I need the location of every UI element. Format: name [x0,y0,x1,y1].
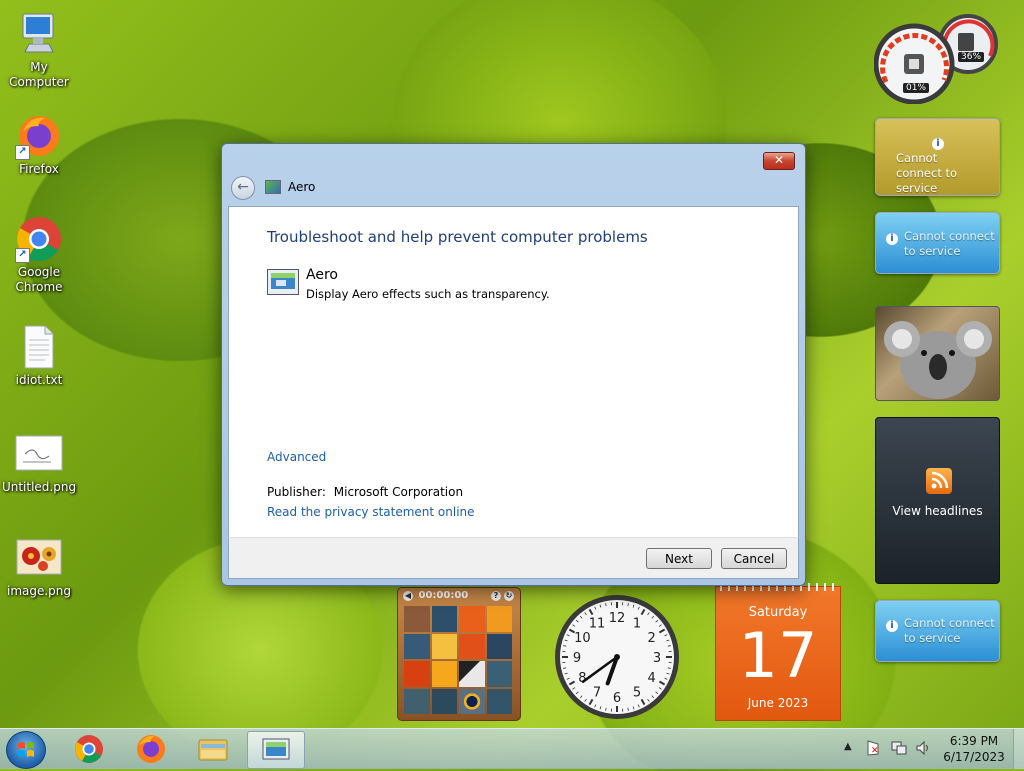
desktop-icon-my-computer[interactable]: My Computer [0,10,79,90]
back-button[interactable]: ← [231,176,255,200]
info-icon: i [932,138,944,150]
back-arrow-icon: ← [237,179,249,195]
taskbar-explorer[interactable] [186,731,240,767]
weather-status-text: Cannot connect to service [904,616,996,646]
slideshow-gadget[interactable] [875,306,1000,401]
clock-date[interactable]: 6/17/2023 [940,750,1008,764]
clock-numeral: 12 [609,611,626,626]
window-title: Aero [288,180,315,194]
close-icon: ✕ [774,153,784,167]
memory-usage-readout: 36% [958,52,984,62]
dialog-footer: Next Cancel [228,537,799,579]
aero-item-description: Display Aero effects such as transparenc… [306,287,550,301]
desktop-icon-label: idiot.txt [0,373,79,388]
chrome-icon: ↗ [15,215,63,263]
troubleshooter-icon [248,732,304,766]
advanced-link[interactable]: Advanced [267,450,326,464]
clock-time[interactable]: 6:39 PM [940,734,1008,748]
shortcut-arrow-icon: ↗ [15,145,30,160]
puzzle-grid[interactable] [404,606,512,714]
cpu-usage-readout: 01% [903,83,929,93]
info-icon: i [886,233,898,245]
next-button[interactable]: Next [646,548,712,569]
desktop-icon-idiot-txt[interactable]: idiot.txt [0,323,79,388]
show-desktop-button[interactable] [1013,729,1024,769]
clock-numeral: 2 [648,631,656,646]
puzzle-shuffle-icon[interactable]: ↻ [504,591,514,601]
rss-feed-icon [926,468,952,494]
aero-item-title: Aero [306,267,338,283]
folder-icon [186,731,240,767]
picture-puzzle-gadget[interactable]: ◀ 00:00:00 ? ↻ [397,587,521,721]
taskbar: ▲ ✕ 6:39 PM 6/17/2023 [0,728,1024,769]
chrome-icon [62,731,116,767]
desktop-icon-untitled-png[interactable]: Untitled.png [0,430,79,495]
weather-gadget-2[interactable]: i Cannot connect to service [875,212,1000,274]
text-file-icon [15,323,63,371]
clock-numeral: 1 [633,616,641,631]
clock-numeral: 7 [593,686,601,701]
taskbar-troubleshooter[interactable] [247,731,305,769]
page-heading: Troubleshoot and help prevent computer p… [267,228,648,246]
calendar-gadget[interactable]: Saturday 17 June 2023 [715,586,841,721]
desktop-icon-label: Google Chrome [0,265,79,295]
clock-numeral: 5 [633,686,641,701]
aero-item-icon [267,269,299,295]
svg-text:✕: ✕ [871,746,879,756]
publisher-value: Microsoft Corporation [334,485,463,499]
volume-icon[interactable] [915,740,931,756]
window-app-icon [265,180,281,194]
close-button[interactable]: ✕ [763,152,795,170]
clock-numeral: 8 [578,671,586,686]
weather-status-text: Cannot connect to service [896,151,986,196]
desktop-icon-label: Untitled.png [0,480,79,495]
desktop-icon-label: Firefox [0,162,79,177]
publisher-row: Publisher: Microsoft Corporation [267,485,463,499]
clock-numeral: 4 [648,671,656,686]
shortcut-arrow-icon: ↗ [15,248,30,263]
weather-gadget-1[interactable]: i Cannot connect to service [875,118,1000,196]
windows-logo-icon [7,732,45,768]
dialog-content: Troubleshoot and help prevent computer p… [228,206,799,538]
calendar-month-year: June 2023 [716,696,840,710]
troubleshooter-dialog: ✕ ← Aero Troubleshoot and help prevent c… [221,143,806,586]
desktop-icon-chrome[interactable]: ↗ Google Chrome [0,215,79,295]
clock-numeral: 9 [573,651,581,666]
koala-photo [876,307,999,400]
clock-numeral: 11 [589,616,606,631]
desktop-icon-firefox[interactable]: ↗ Firefox [0,112,79,177]
privacy-statement-link[interactable]: Read the privacy statement online [267,505,475,519]
desktop-icon-label: image.png [0,584,79,599]
feed-headlines-gadget[interactable]: View headlines [875,417,1000,584]
puzzle-help-icon[interactable]: ? [491,591,501,601]
weather-status-text: Cannot connect to service [904,229,996,259]
taskbar-firefox[interactable] [124,731,178,767]
clock-numeral: 10 [574,631,591,646]
image-thumbnail-icon [15,430,63,478]
desktop-icon-label: My Computer [0,60,79,90]
firefox-icon [124,731,178,767]
image-thumbnail-icon [15,534,63,582]
desktop-icon-image-png[interactable]: image.png [0,534,79,599]
clock-numeral: 6 [613,691,621,706]
info-icon: i [886,620,898,632]
weather-gadget-3[interactable]: i Cannot connect to service [875,600,1000,662]
network-icon[interactable] [891,740,907,756]
calendar-weekday: Saturday [716,605,840,620]
clock-numeral: 3 [653,651,661,666]
clock-gadget[interactable]: 123456789101112 [553,593,681,721]
show-hidden-icons-button[interactable]: ▲ [844,741,852,752]
start-button[interactable] [6,731,46,769]
cpu-meter-gadget[interactable]: 01% 36% [874,8,1000,104]
calendar-day: 17 [716,621,840,691]
taskbar-chrome[interactable] [62,731,116,767]
view-headlines-link[interactable]: View headlines [876,504,999,518]
puzzle-show-icon[interactable]: ◀ [403,591,413,601]
publisher-label: Publisher: [267,485,326,499]
puzzle-timer: 00:00:00 [418,590,468,601]
computer-icon [15,10,63,58]
cancel-button[interactable]: Cancel [721,548,787,569]
action-center-icon[interactable]: ✕ [866,740,880,756]
firefox-icon: ↗ [15,112,63,160]
